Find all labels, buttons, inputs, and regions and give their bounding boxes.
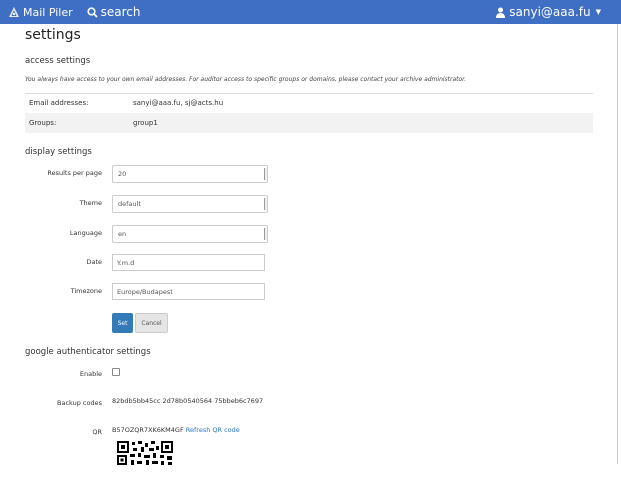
backup-codes-label: Backup codes bbox=[57, 399, 102, 407]
qr-label: QR bbox=[92, 428, 102, 436]
user-icon bbox=[496, 7, 506, 18]
access-settings-title: access settings bbox=[25, 56, 91, 66]
search-link[interactable]: search bbox=[87, 5, 141, 19]
select-arrow-icon bbox=[264, 168, 267, 180]
content-right-border bbox=[617, 24, 618, 464]
enable-checkbox[interactable] bbox=[112, 368, 120, 376]
user-menu[interactable]: sanyi@aaa.fu ▼ bbox=[496, 0, 601, 24]
brand-label: Mail Piler bbox=[23, 5, 73, 19]
top-navbar: Mail Piler search sanyi@aaa.fu ▼ bbox=[0, 0, 621, 24]
email-addresses-label: Email addresses: bbox=[29, 99, 89, 107]
groups-value: group1 bbox=[133, 119, 158, 127]
groups-label: Groups: bbox=[29, 119, 57, 127]
theme-select[interactable]: default bbox=[112, 195, 268, 213]
theme-value: default bbox=[118, 200, 141, 208]
language-select[interactable]: en bbox=[112, 225, 268, 243]
backup-codes-value: 82bdb5bb45cc 2d78b0540564 75bbeb6c7697 bbox=[112, 397, 264, 405]
date-input[interactable]: Y.m.d bbox=[112, 254, 265, 271]
qr-code-image bbox=[116, 440, 174, 466]
results-per-page-label: Results per page bbox=[47, 169, 102, 177]
display-settings-title: display settings bbox=[25, 147, 92, 157]
email-addresses-value: sanyi@aaa.fu, sj@acts.hu bbox=[133, 99, 224, 107]
piler-logo-icon bbox=[9, 7, 19, 17]
results-per-page-select[interactable]: 20 bbox=[112, 165, 268, 183]
results-per-page-value: 20 bbox=[118, 170, 127, 178]
timezone-label: Timezone bbox=[70, 287, 102, 295]
user-email: sanyi@aaa.fu bbox=[509, 5, 591, 19]
language-label: Language bbox=[69, 229, 102, 237]
select-arrow-icon bbox=[264, 228, 267, 240]
refresh-qr-link[interactable]: Refresh QR code bbox=[186, 426, 240, 434]
access-note: You always have access to your own email… bbox=[25, 76, 467, 83]
access-row-groups: Groups: group1 bbox=[25, 113, 593, 133]
access-row-emails: Email addresses: sanyi@aaa.fu, sj@acts.h… bbox=[25, 93, 593, 113]
select-arrow-icon bbox=[264, 198, 267, 210]
search-icon bbox=[87, 6, 98, 18]
language-value: en bbox=[118, 230, 127, 238]
google-authenticator-title: google authenticator settings bbox=[25, 347, 151, 357]
search-label: search bbox=[100, 5, 141, 19]
cancel-button[interactable]: Cancel bbox=[135, 313, 168, 333]
page-title: settings bbox=[25, 27, 81, 43]
qr-secret-row: B57OZQR7XK6KM4GF Refresh QR code bbox=[112, 426, 240, 434]
timezone-input[interactable]: Europe/Budapest bbox=[112, 283, 265, 300]
set-button[interactable]: Set bbox=[112, 313, 133, 333]
date-label: Date bbox=[86, 258, 102, 266]
enable-label: Enable bbox=[79, 370, 102, 378]
brand-link[interactable]: Mail Piler bbox=[8, 6, 73, 19]
caret-down-icon: ▼ bbox=[595, 8, 601, 16]
qr-secret: B57OZQR7XK6KM4GF bbox=[112, 426, 184, 434]
theme-label: Theme bbox=[79, 199, 102, 207]
